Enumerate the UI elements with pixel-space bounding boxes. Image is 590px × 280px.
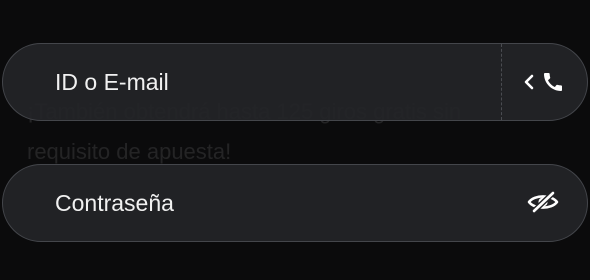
chevron-left-icon (523, 73, 535, 91)
toggle-password-visibility-button[interactable] (523, 189, 563, 219)
switch-to-phone-button[interactable] (515, 66, 573, 98)
id-email-field[interactable]: ID o E-mail (2, 43, 588, 121)
eye-slash-icon (526, 189, 560, 220)
login-form: ¡También obtendrá hasta 125 giros gratis… (0, 0, 590, 280)
id-email-placeholder: ID o E-mail (55, 69, 169, 95)
password-placeholder: Contraseña (55, 190, 174, 216)
password-field[interactable]: Contraseña (2, 164, 588, 242)
phone-icon (541, 70, 565, 94)
field-divider (501, 44, 502, 120)
